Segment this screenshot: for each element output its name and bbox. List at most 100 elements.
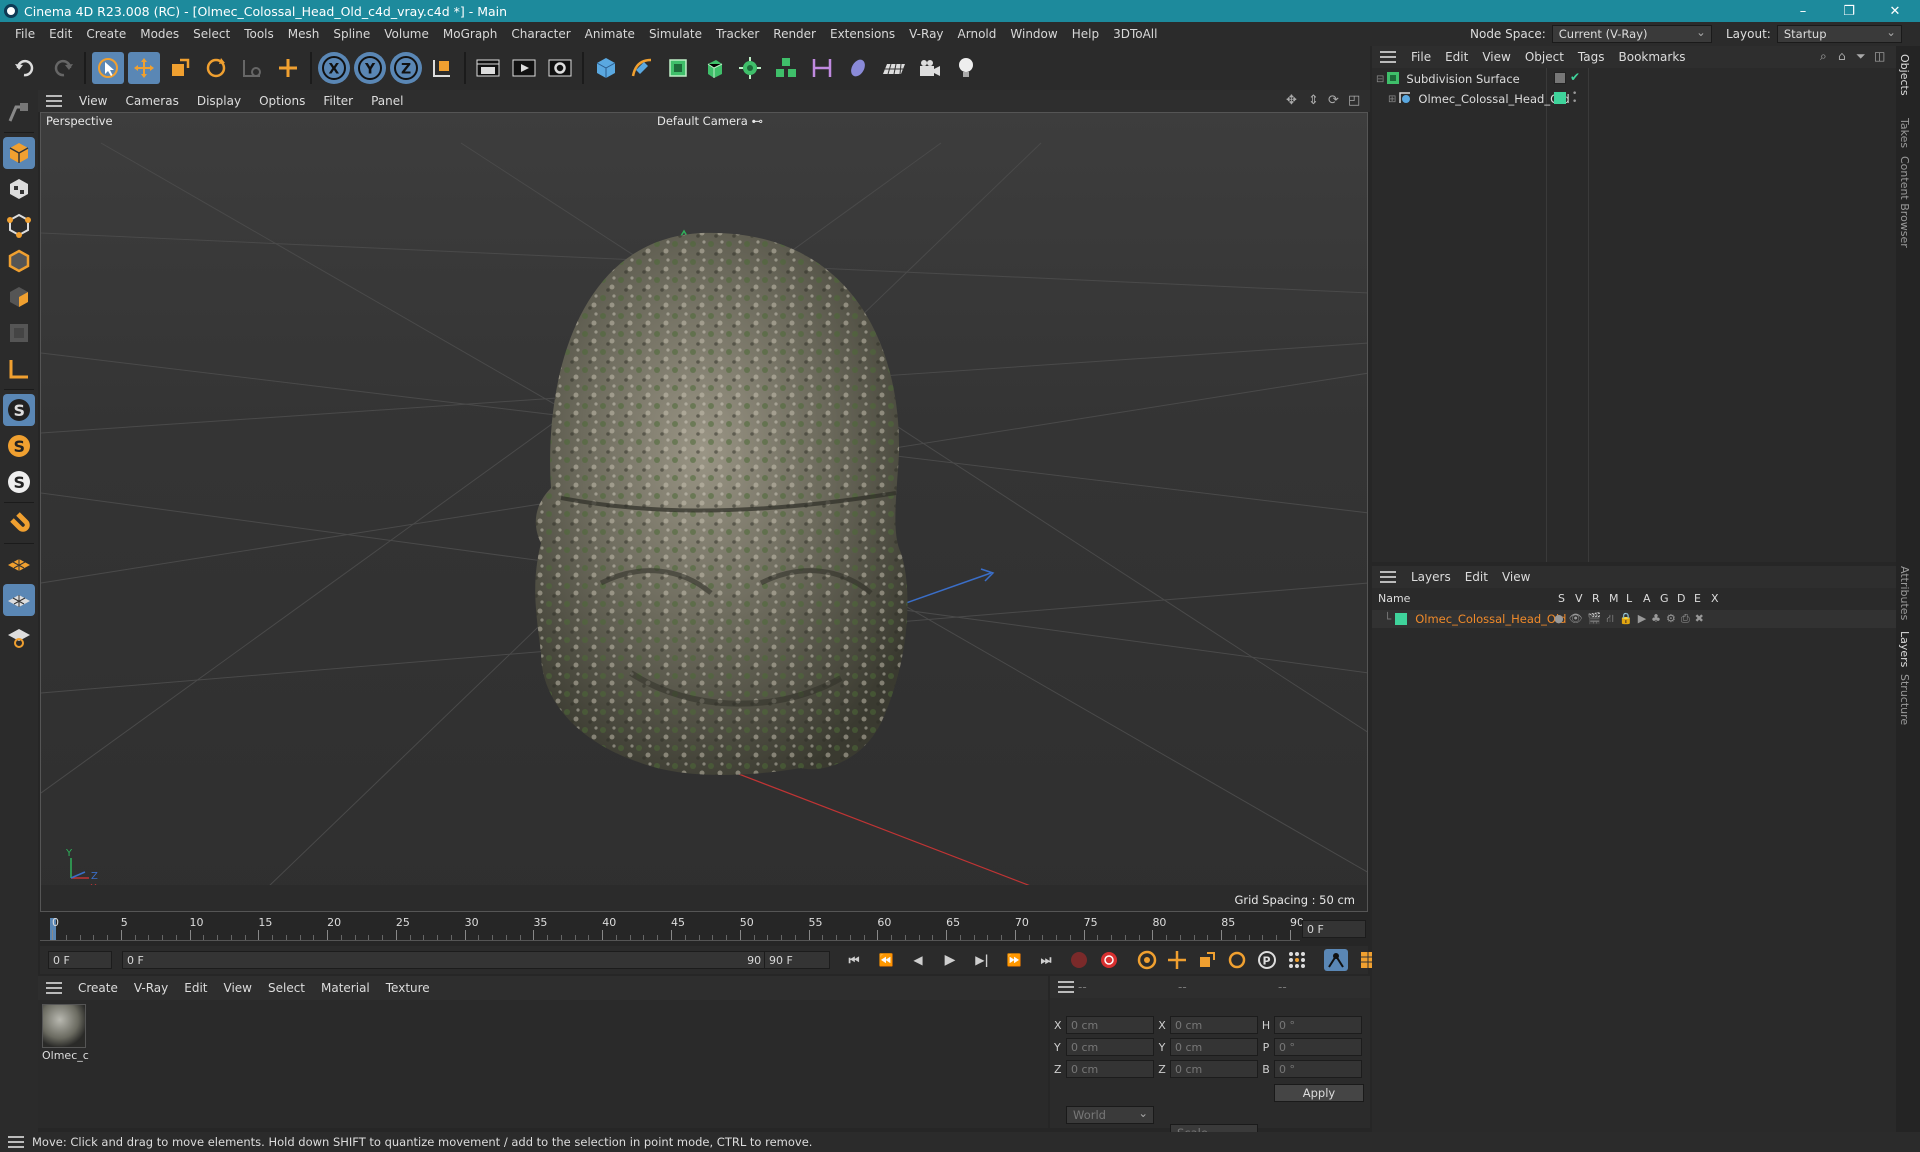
tab-content-browser[interactable]: Content Browser xyxy=(1898,156,1911,248)
pen-spline-icon[interactable] xyxy=(626,52,658,84)
menu-tracker[interactable]: Tracker xyxy=(709,27,766,41)
deformer-icon[interactable] xyxy=(806,52,838,84)
menu-window[interactable]: Window xyxy=(1003,27,1064,41)
visibility-dots-icon[interactable]: • • xyxy=(1572,90,1577,107)
motion-system-icon[interactable] xyxy=(1324,949,1348,971)
layout-dropdown[interactable]: Startup xyxy=(1776,25,1902,43)
light-icon[interactable] xyxy=(950,52,982,84)
objects-menu-bookmarks[interactable]: Bookmarks xyxy=(1612,50,1693,64)
menu-animate[interactable]: Animate xyxy=(578,27,642,41)
minimize-button[interactable]: – xyxy=(1780,0,1826,22)
menu-extensions[interactable]: Extensions xyxy=(823,27,902,41)
objects-filter-icon[interactable]: ⏷ xyxy=(1856,49,1866,64)
viewport-zoom-icon[interactable]: ⇕ xyxy=(1308,93,1319,108)
frame-range-slider[interactable]: 0 F 90 F xyxy=(122,951,786,969)
key-scale-icon[interactable] xyxy=(1196,949,1218,971)
size-x-field[interactable]: 0 cm xyxy=(1170,1016,1258,1034)
key-parameter-icon[interactable]: P xyxy=(1256,949,1278,971)
scale-tool-icon[interactable] xyxy=(164,52,196,84)
key-pla-icon[interactable] xyxy=(1286,949,1308,971)
rot-h-field[interactable]: 0 ° xyxy=(1274,1016,1362,1034)
current-frame-field[interactable]: 0 F xyxy=(1302,920,1366,938)
key-rotation-icon[interactable] xyxy=(1226,949,1248,971)
menu-select[interactable]: Select xyxy=(186,27,237,41)
uv-mode-icon[interactable] xyxy=(3,317,35,349)
menu-mesh[interactable]: Mesh xyxy=(281,27,327,41)
olmec-head-model[interactable] xyxy=(535,232,908,775)
subdivision-surface-icon[interactable] xyxy=(662,52,694,84)
layer-color-swatch[interactable] xyxy=(1395,613,1408,625)
tab-attributes[interactable]: Attributes xyxy=(1898,566,1911,620)
menu-modes[interactable]: Modes xyxy=(133,27,186,41)
objects-new-window-icon[interactable]: ◫ xyxy=(1874,49,1885,63)
render-picture-viewer-icon[interactable] xyxy=(508,52,540,84)
model-mode-icon[interactable] xyxy=(3,137,35,169)
redo-icon[interactable] xyxy=(46,52,78,84)
field-icon[interactable] xyxy=(842,52,874,84)
menu-tools[interactable]: Tools xyxy=(237,27,281,41)
close-button[interactable]: ✕ xyxy=(1872,0,1918,22)
rot-p-field[interactable]: 0 ° xyxy=(1274,1038,1362,1056)
maximize-button[interactable]: ❐ xyxy=(1826,0,1872,22)
layer-color-swatch[interactable] xyxy=(1554,92,1566,104)
menu-3dtoall[interactable]: 3DToAll xyxy=(1106,27,1164,41)
locked-workplane-icon[interactable] xyxy=(3,620,35,652)
menu-volume[interactable]: Volume xyxy=(377,27,436,41)
y-axis-lock-icon[interactable]: Y xyxy=(354,52,386,84)
tab-objects[interactable]: Objects xyxy=(1898,54,1911,96)
objects-menu-file[interactable]: File xyxy=(1404,50,1438,64)
viewport-maximize-icon[interactable]: ◰ xyxy=(1348,93,1360,108)
material-item[interactable]: Olmec_c xyxy=(42,1004,89,1062)
material-menu-material[interactable]: Material xyxy=(313,981,378,995)
status-hamburger-icon[interactable] xyxy=(8,1136,24,1148)
snap-settings-icon[interactable]: S xyxy=(3,430,35,462)
node-space-dropdown[interactable]: Current (V-Ray) xyxy=(1551,25,1712,43)
extrude-icon[interactable] xyxy=(698,52,730,84)
material-menu-select[interactable]: Select xyxy=(260,981,313,995)
next-key-icon[interactable]: ⏩ xyxy=(1002,950,1026,970)
size-y-field[interactable]: 0 cm xyxy=(1170,1038,1258,1056)
timeline-ruler[interactable]: 0 5 10 15 20 25 30 35 40 45 50 55 60 65 70 75 80 85 90 0 F xyxy=(40,912,1368,946)
texture-mode-icon[interactable] xyxy=(3,173,35,205)
object-row-subdivision[interactable]: ⊟ Subdivision Surface ✔ xyxy=(1372,70,1896,88)
previous-frame-icon[interactable]: ◀ xyxy=(906,950,930,970)
record-keyframe-icon[interactable] xyxy=(1068,949,1090,971)
cloner-icon[interactable] xyxy=(734,52,766,84)
camera-icon[interactable] xyxy=(914,52,946,84)
viewport-move-icon[interactable]: ✥ xyxy=(1286,93,1297,108)
pos-x-field[interactable]: 0 cm xyxy=(1066,1016,1154,1034)
layer-flags-icons[interactable]: ●👁🎬⛙🔒▶♣⚙⎙✖ xyxy=(1554,612,1709,627)
end-frame-field[interactable]: 90 F xyxy=(764,951,830,969)
objects-hamburger-icon[interactable] xyxy=(1380,51,1396,63)
snap-toggle-icon[interactable]: S xyxy=(3,394,35,426)
rotate-tool-icon[interactable] xyxy=(200,52,232,84)
material-menu-view[interactable]: View xyxy=(216,981,260,995)
autokey-icon[interactable] xyxy=(1098,949,1120,971)
pos-z-field[interactable]: 0 cm xyxy=(1066,1060,1154,1078)
material-menu-vray[interactable]: V-Ray xyxy=(126,981,176,995)
render-view-icon[interactable] xyxy=(472,52,504,84)
layer-row[interactable]: └ Olmec_Colossal_Head_Old ●👁🎬⛙🔒▶♣⚙⎙✖ xyxy=(1372,610,1896,628)
layers-menu-edit[interactable]: Edit xyxy=(1458,570,1495,584)
play-icon[interactable]: ▶ xyxy=(938,950,962,970)
start-frame-field[interactable]: 0 F xyxy=(48,951,112,969)
menu-vray[interactable]: V-Ray xyxy=(902,27,950,41)
viewport-menu-filter[interactable]: Filter xyxy=(314,94,362,108)
mograph-cloner-icon[interactable] xyxy=(770,52,802,84)
create-null-icon[interactable] xyxy=(272,52,304,84)
objects-home-icon[interactable]: ⌂ xyxy=(1838,49,1846,63)
x-axis-lock-icon[interactable]: X xyxy=(318,52,350,84)
viewport-menu-cameras[interactable]: Cameras xyxy=(116,94,187,108)
size-z-field[interactable]: 0 cm xyxy=(1170,1060,1258,1078)
recent-tool-icon[interactable] xyxy=(236,52,268,84)
rot-b-field[interactable]: 0 ° xyxy=(1274,1060,1362,1078)
camera-label[interactable]: Default Camera ⊷ xyxy=(657,114,763,128)
selection-arrow-icon[interactable] xyxy=(92,52,124,84)
objects-menu-tags[interactable]: Tags xyxy=(1571,50,1612,64)
object-checkmark-icon[interactable]: ✔ xyxy=(1570,70,1580,84)
render-settings-icon[interactable] xyxy=(544,52,576,84)
go-to-start-icon[interactable]: ⏮ xyxy=(842,950,866,970)
layers-hamburger-icon[interactable] xyxy=(1380,571,1396,583)
menu-render[interactable]: Render xyxy=(766,27,823,41)
tab-structure[interactable]: Structure xyxy=(1898,674,1911,725)
